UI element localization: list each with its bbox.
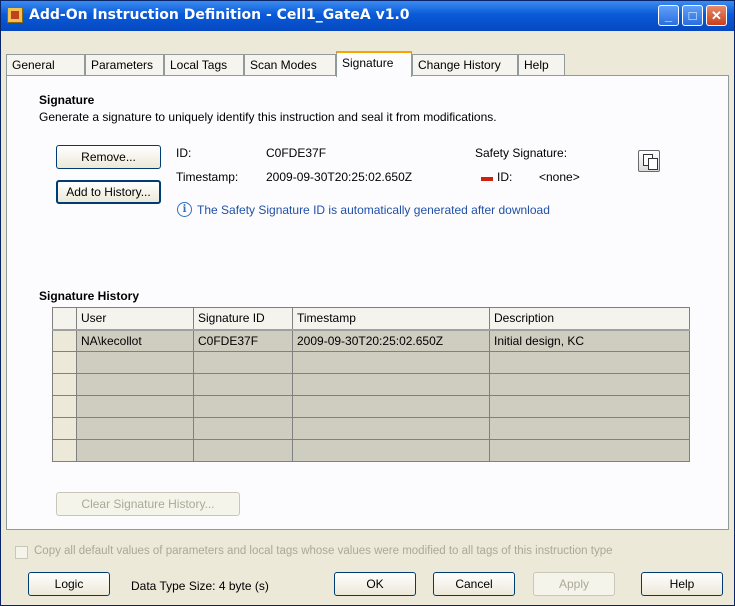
cell-user: NA\kecollot <box>76 329 194 352</box>
row-selector[interactable] <box>52 351 77 374</box>
cell-description <box>489 395 690 418</box>
safety-id-label: ID: <box>497 170 513 184</box>
signature-heading: Signature <box>39 93 95 107</box>
cell-signature-id <box>193 351 293 374</box>
cell-description <box>489 351 690 374</box>
id-value: C0FDE37F <box>266 146 327 160</box>
ok-button[interactable]: OK <box>334 572 416 596</box>
row-selector[interactable] <box>52 373 77 396</box>
cell-description <box>489 417 690 440</box>
timestamp-value: 2009-09-30T20:25:02.650Z <box>266 170 413 184</box>
row-selector[interactable] <box>52 395 77 418</box>
add-to-history-button[interactable]: Add to History... <box>56 180 161 204</box>
copy-icon[interactable] <box>638 150 660 172</box>
cell-user <box>76 417 194 440</box>
tab-scan-modes[interactable]: Scan Modes <box>244 54 336 76</box>
copy-defaults-label: Copy all default values of parameters an… <box>34 545 613 557</box>
safety-info-text: The Safety Signature ID is automatically… <box>197 203 550 217</box>
clear-signature-history-button[interactable]: Clear Signature History... <box>56 492 240 516</box>
logic-button[interactable]: Logic <box>28 572 110 596</box>
window-title: Add-On Instruction Definition - Cell1_Ga… <box>29 7 410 23</box>
table-row[interactable] <box>52 395 690 418</box>
cell-description <box>489 439 690 462</box>
timestamp-label: Timestamp: <box>176 170 239 184</box>
cell-user <box>76 439 194 462</box>
dialog-window: Add-On Instruction Definition - Cell1_Ga… <box>0 0 735 606</box>
table-row[interactable] <box>52 373 690 396</box>
cell-timestamp <box>292 395 490 418</box>
column-header-description[interactable]: Description <box>489 307 690 331</box>
tab-change-history[interactable]: Change History <box>412 54 518 76</box>
column-header-user[interactable]: User <box>76 307 194 331</box>
cell-timestamp <box>292 373 490 396</box>
cell-signature-id <box>193 395 293 418</box>
cell-description: Initial design, KC <box>489 329 690 352</box>
table-row[interactable] <box>52 439 690 462</box>
copy-defaults-checkbox[interactable] <box>15 546 28 559</box>
column-header-timestamp[interactable]: Timestamp <box>292 307 490 331</box>
close-button[interactable]: ✕ <box>706 5 727 26</box>
signature-history-heading: Signature History <box>39 289 140 303</box>
row-selector[interactable] <box>52 329 77 352</box>
cell-description <box>489 373 690 396</box>
table-row[interactable]: NA\kecollot C0FDE37F 2009-09-30T20:25:02… <box>52 329 690 352</box>
app-icon <box>7 7 23 23</box>
safety-id-value: <none> <box>539 170 580 184</box>
cell-timestamp: 2009-09-30T20:25:02.650Z <box>292 329 490 352</box>
table-header-row: User Signature ID Timestamp Description <box>52 307 690 331</box>
row-selector-header <box>52 307 77 331</box>
cell-user <box>76 395 194 418</box>
tab-signature[interactable]: Signature <box>336 51 412 77</box>
minimize-button[interactable]: _ <box>658 5 679 26</box>
signature-description: Generate a signature to uniquely identif… <box>39 110 497 124</box>
cell-user <box>76 351 194 374</box>
tab-local-tags[interactable]: Local Tags <box>164 54 244 76</box>
apply-button[interactable]: Apply <box>533 572 615 596</box>
cell-timestamp <box>292 417 490 440</box>
cell-timestamp <box>292 439 490 462</box>
safety-status-icon <box>481 177 493 181</box>
tab-general[interactable]: General <box>6 54 85 76</box>
tab-help[interactable]: Help <box>518 54 565 76</box>
row-selector[interactable] <box>52 417 77 440</box>
table-row[interactable] <box>52 351 690 374</box>
table-row[interactable] <box>52 417 690 440</box>
data-type-size: Data Type Size: 4 byte (s) <box>131 579 269 593</box>
cell-timestamp <box>292 351 490 374</box>
cell-signature-id <box>193 417 293 440</box>
cancel-button[interactable]: Cancel <box>433 572 515 596</box>
maximize-button[interactable]: □ <box>682 5 703 26</box>
cell-signature-id: C0FDE37F <box>193 329 293 352</box>
signature-history-table: User Signature ID Timestamp Description … <box>52 307 690 462</box>
info-icon: i <box>177 202 192 217</box>
cell-signature-id <box>193 439 293 462</box>
help-button[interactable]: Help <box>641 572 723 596</box>
id-label: ID: <box>176 146 192 160</box>
cell-user <box>76 373 194 396</box>
safety-signature-label: Safety Signature: <box>475 146 568 160</box>
column-header-signature-id[interactable]: Signature ID <box>193 307 293 331</box>
cell-signature-id <box>193 373 293 396</box>
row-selector[interactable] <box>52 439 77 462</box>
title-bar[interactable]: Add-On Instruction Definition - Cell1_Ga… <box>1 1 734 31</box>
tab-parameters[interactable]: Parameters <box>85 54 164 76</box>
remove-button[interactable]: Remove... <box>56 145 161 169</box>
